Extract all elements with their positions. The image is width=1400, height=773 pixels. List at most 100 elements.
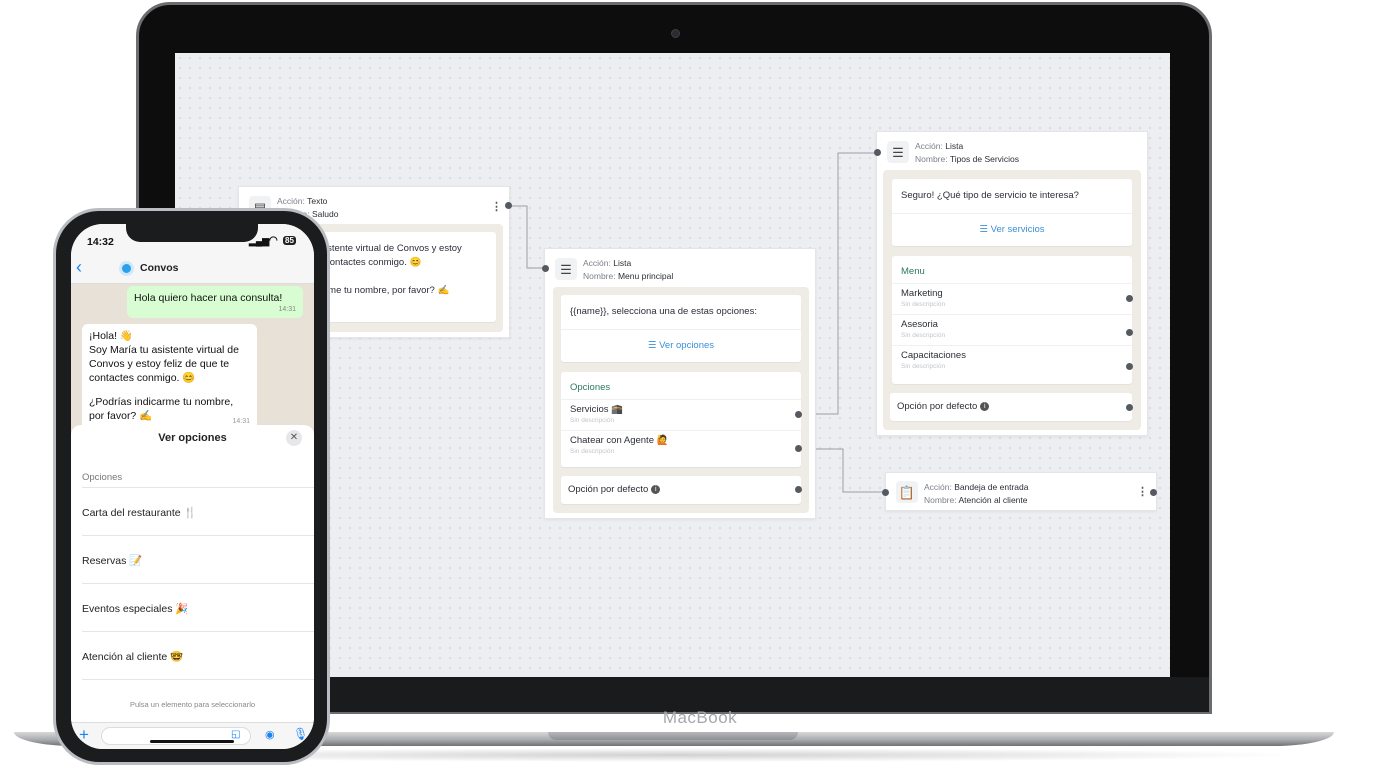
list-icon: ☰ [979,224,989,235]
ver-opciones-button[interactable]: ☰ Ver opciones [561,329,801,361]
accion-value: Texto [307,196,328,206]
message-text: {{name}}, selecciona una de estas opcion… [570,306,757,317]
chat-header: ‹ Convos [71,254,314,284]
option-label: Capacitaciones [901,350,966,361]
list-option[interactable]: Asesoria Sin descripción [892,314,1132,345]
chat-area: Hola quiero hacer una consulta! 14:31 ¡H… [71,284,314,434]
incoming-message[interactable]: ¡Hola! 👋 Soy María tu asistente virtual … [82,324,257,430]
list-option[interactable]: Capacitaciones Sin descripción [892,345,1132,376]
nombre-label: Nombre: [915,154,948,164]
options-sheet: Ver opciones ✕ Opciones Carta del restau… [71,425,314,725]
microphone-icon[interactable]: 🎙 [293,727,308,741]
accion-value: Bandeja de entrada [954,482,1029,492]
kebab-menu-icon[interactable]: ⋮ [1137,485,1148,498]
sheet-option[interactable]: Reservas 📝 [82,535,314,583]
default-label: Opción por defecto [568,484,649,495]
phone-notch [126,224,258,242]
sheet-option[interactable]: Atención al cliente 🤓 [82,631,314,679]
message-text: Hola quiero hacer una consulta! [134,292,283,304]
sheet-option[interactable]: Eventos especiales 🎉 [82,583,314,631]
phone-screen: 14:32 ▂▄▆ ◠ 85 ‹ Convos Hola quiero hace… [71,224,314,749]
option-desc: Sin descripción [901,332,946,339]
node-tipos-servicios[interactable]: ☰ Acción: Lista Nombre: Tipos de Servici… [876,131,1148,436]
accion-label: Acción: [924,482,952,492]
accion-label: Acción: [583,258,611,268]
ver-servicios-button[interactable]: ☰ Ver servicios [892,213,1132,245]
list-option[interactable]: Marketing Sin descripción [892,283,1132,314]
wifi-icon: ◠ [269,235,278,246]
accion-value: Lista [945,141,964,151]
outgoing-message[interactable]: Hola quiero hacer una consulta! 14:31 [127,286,303,318]
option-label: Servicios 🕋 [570,404,624,415]
battery-level: 85 [283,236,296,245]
camera-icon[interactable]: ◉ [265,728,275,741]
info-icon: i [980,401,990,411]
message-line: por favor? ✍️ [89,410,153,422]
option-label: Marketing [901,288,943,299]
kebab-menu-icon[interactable]: ⋮ [491,200,502,213]
back-chevron-icon[interactable]: ‹ [76,257,82,278]
button-label: Ver opciones [659,340,715,351]
message-line: Soy María tu asistente virtual de [89,344,239,356]
output-port[interactable] [505,202,512,209]
divider [82,679,314,680]
message-line: istente virtual de Convos y estoy [325,243,462,254]
list-option[interactable]: Servicios 🕋 Sin descripción [561,399,801,430]
contact-name[interactable]: Convos [140,262,179,274]
input-port[interactable] [874,149,881,156]
output-port[interactable] [1126,295,1133,302]
accion-label: Acción: [915,141,943,151]
list-option[interactable]: Chatear con Agente 🙋 Sin descripción [561,430,801,461]
output-port[interactable] [795,411,802,418]
list-icon: ☰ [555,258,577,280]
avatar[interactable] [119,261,134,276]
default-option[interactable]: Opción por defecto i [561,476,801,503]
info-icon: i [651,484,661,494]
output-port[interactable] [1150,489,1157,496]
status-time: 14:32 [87,236,114,248]
message-line: contactes conmigo. 😊 [89,372,196,384]
button-label: Ver servicios [990,224,1045,235]
option-desc: Sin descripción [570,417,615,424]
sheet-title: Ver opciones [158,432,227,444]
message-time: 14:31 [278,306,296,313]
output-port[interactable] [795,486,802,493]
node-bandeja-entrada[interactable]: 📋 Acción: Bandeja de entrada Nombre: Ate… [885,472,1157,511]
output-port[interactable] [1126,404,1133,411]
option-desc: Sin descripción [570,448,615,455]
output-port[interactable] [1126,329,1133,336]
options-title: Menu [901,266,925,277]
message-text: Seguro! ¿Qué tipo de servicio te interes… [901,190,1079,201]
plus-icon[interactable]: + [79,725,89,745]
nombre-value: Menu principal [617,271,674,281]
message-line: ¿Podrías indicarme tu nombre, [89,396,234,408]
output-port[interactable] [1126,363,1133,370]
close-icon[interactable]: ✕ [286,430,302,446]
option-desc: Sin descripción [901,301,946,308]
nombre-label: Nombre: [924,495,957,505]
sticker-icon[interactable]: ◱ [231,729,240,740]
chat-input-bar: + ◱ ◉ 🎙 [71,722,314,749]
home-indicator [150,740,234,743]
default-option[interactable]: Opción por defecto i [890,393,1132,420]
input-port[interactable] [882,489,889,496]
sheet-hint: Pulsa un elemento para seleccionarlo [129,700,256,709]
clipboard-icon: 📋 [896,481,918,503]
option-label: Chatear con Agente 🙋 [570,435,669,446]
message-line: ¡Hola! 👋 [89,330,133,342]
sheet-section-title: Opciones [82,472,123,483]
nombre-value: Tipos de Servicios [949,154,1019,164]
list-icon: ☰ [887,141,909,163]
accion-label: Acción: [277,196,305,206]
input-port[interactable] [542,265,549,272]
node-menu-principal[interactable]: ☰ Acción: Lista Nombre: Menu principal {… [544,248,816,519]
message-line: Convos y estoy feliz de que te [89,358,230,370]
options-title: Opciones [570,382,611,393]
option-label: Asesoria [901,319,938,330]
message-line: rme tu nombre, por favor? ✍️ [325,285,450,296]
message-line: contactes conmigo. 😊 [325,257,422,268]
output-port[interactable] [795,445,802,452]
sheet-option[interactable]: Carta del restaurante 🍴 [82,487,314,535]
list-icon: ☰ [647,340,657,351]
default-label: Opción por defecto [897,401,978,412]
